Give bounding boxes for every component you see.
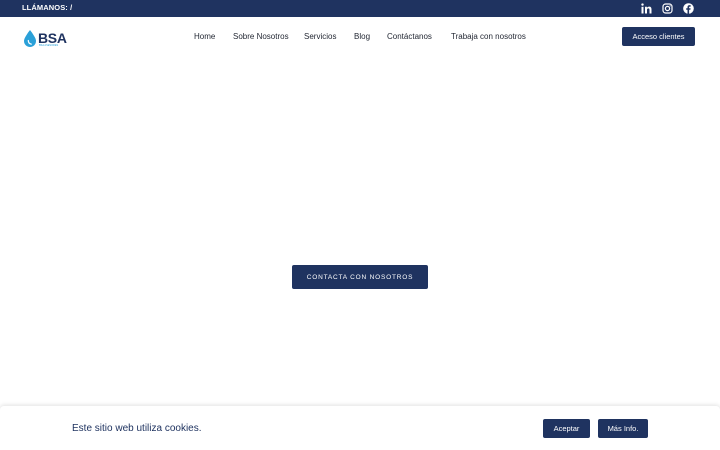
nav-home[interactable]: Home	[194, 32, 215, 41]
cookie-banner: Este sitio web utiliza cookies. Aceptar …	[0, 406, 720, 450]
linkedin-icon[interactable]	[640, 2, 653, 15]
instagram-icon[interactable]	[661, 2, 674, 15]
more-info-button[interactable]: Más Info.	[598, 419, 648, 438]
logo-subtitle: BSA ASESORES	[39, 44, 59, 47]
call-us-label: LLÁMANOS: /	[22, 3, 73, 12]
accept-cookies-button[interactable]: Aceptar	[543, 419, 590, 438]
client-access-button[interactable]: Acceso clientes	[622, 27, 695, 46]
logo-text: BSA	[38, 30, 67, 46]
water-drop-icon	[24, 29, 36, 47]
logo[interactable]: BSA BSA ASESORES	[24, 28, 67, 48]
nav-servicios[interactable]: Servicios	[304, 32, 336, 41]
cookie-message: Este sitio web utiliza cookies.	[72, 423, 202, 434]
contact-us-button[interactable]: CONTACTA CON NOSOTROS	[292, 265, 428, 289]
site-header: BSA BSA ASESORES Home Sobre Nosotros Ser…	[0, 17, 720, 57]
nav-blog[interactable]: Blog	[354, 32, 370, 41]
nav-sobre-nosotros[interactable]: Sobre Nosotros	[233, 32, 289, 41]
facebook-icon[interactable]	[682, 2, 695, 15]
nav-contactanos[interactable]: Contáctanos	[387, 32, 432, 41]
nav-trabaja-con-nosotros[interactable]: Trabaja con nosotros	[451, 32, 526, 41]
top-bar: LLÁMANOS: /	[0, 0, 720, 17]
